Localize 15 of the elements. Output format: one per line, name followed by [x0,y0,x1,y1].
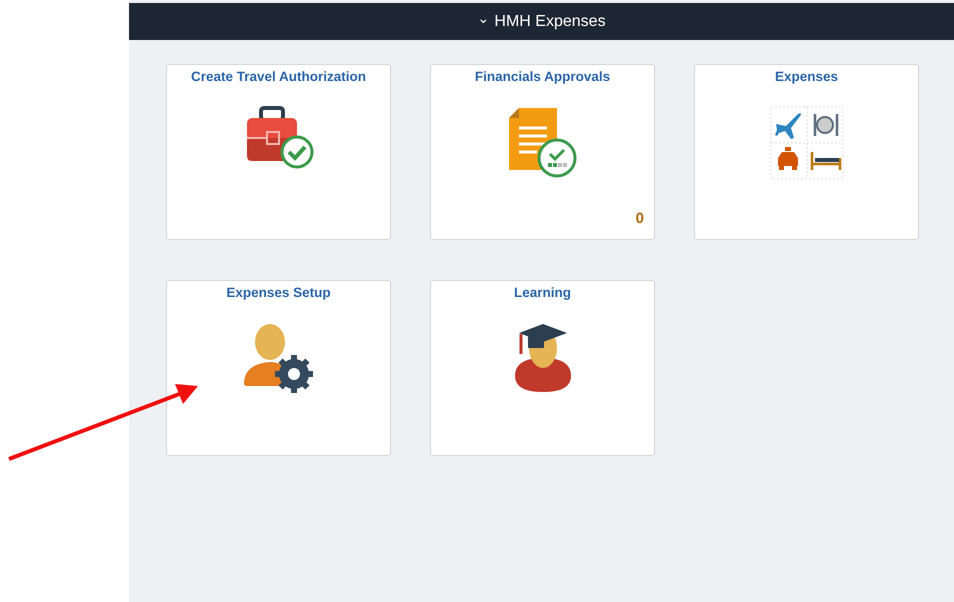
tile[interactable]: Learning [430,280,655,456]
group-title-button[interactable]: ⌄ HMH Expenses [473,10,610,32]
tile[interactable]: Expenses Setup [166,280,391,456]
tile[interactable]: Create Travel Authorization [166,64,391,240]
tile[interactable]: Expenses [694,64,919,240]
tile-title: Create Travel Authorization [190,69,366,84]
tile[interactable]: Financials Approvals 0 [430,64,655,240]
tile-title: Expenses [774,69,838,84]
travel-expenses-icon [770,106,844,180]
tile-title: Expenses Setup [226,285,331,300]
tile-title: Financials Approvals [474,69,610,84]
tile-title: Learning [514,285,571,300]
pending-count: 0 [636,210,644,227]
document-check-icon [506,106,578,178]
user-gear-icon [242,322,316,394]
